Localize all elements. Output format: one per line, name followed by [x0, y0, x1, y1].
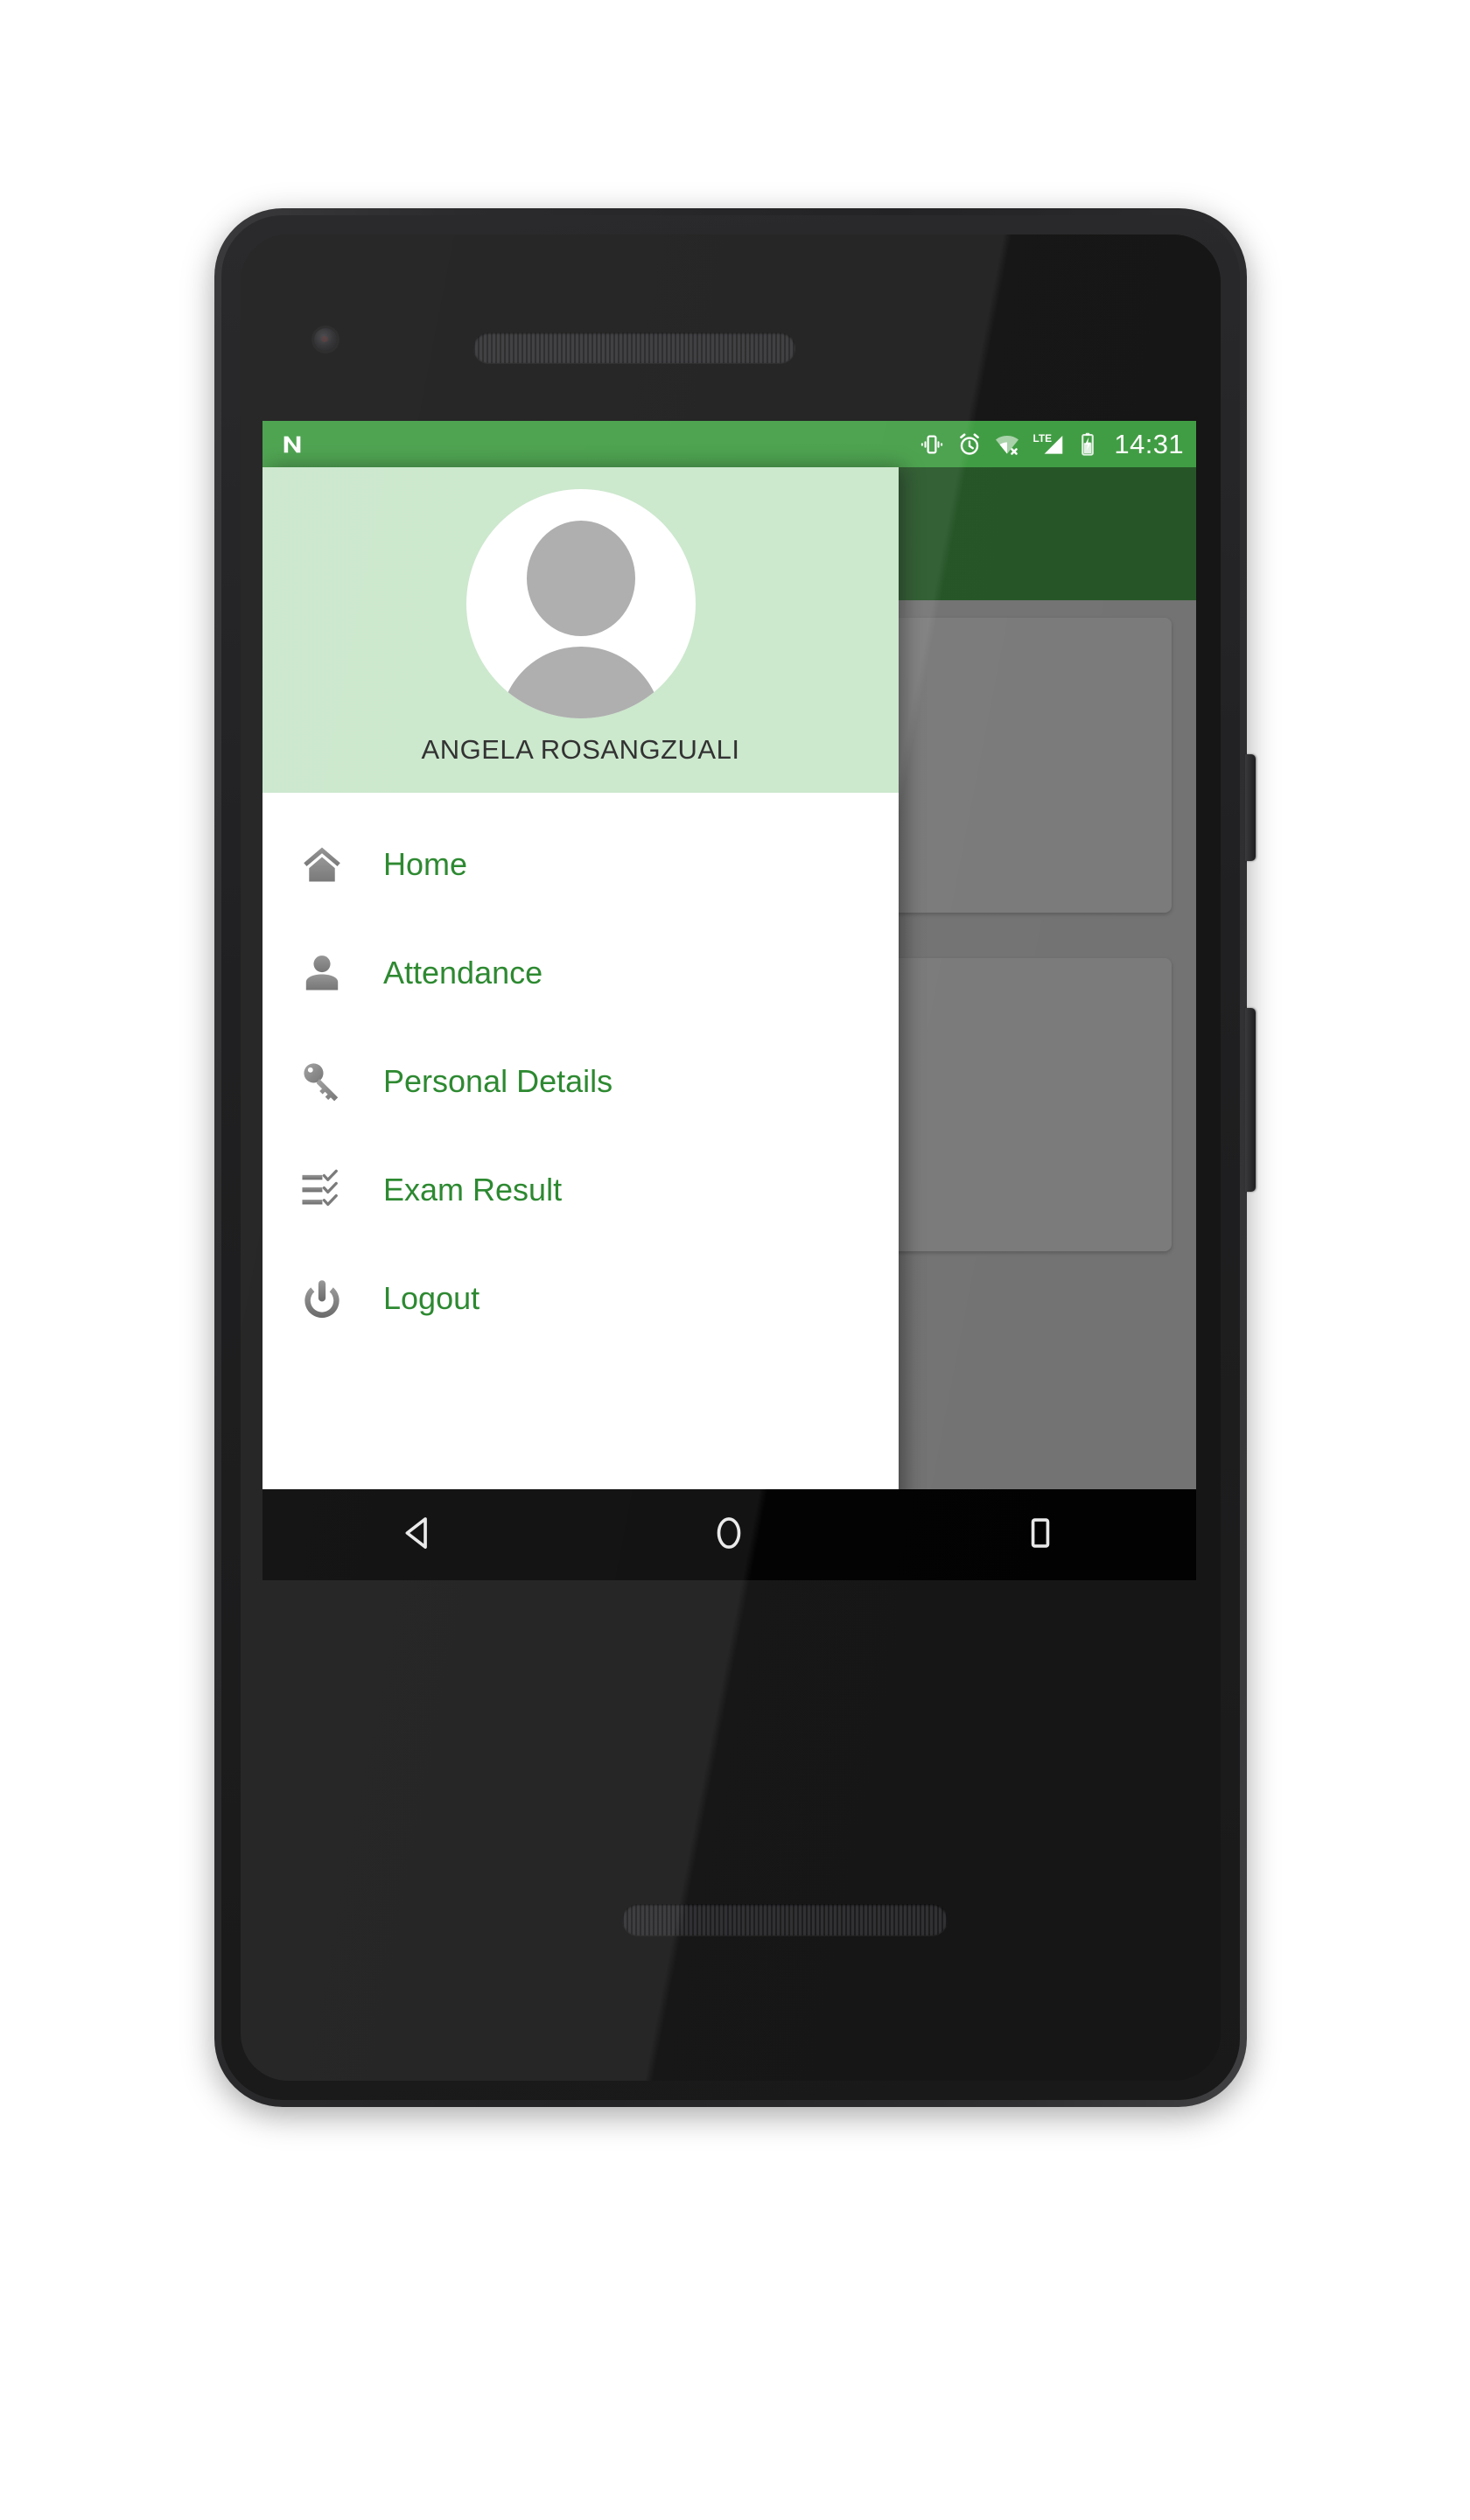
phone-screen: LTE 14:31 Understanding Mizo History: [262, 421, 1196, 1580]
checklist-icon: [298, 1166, 346, 1214]
back-triangle-icon: [398, 1513, 438, 1558]
nav-recents-button[interactable]: [988, 1489, 1093, 1580]
front-camera-icon: [314, 328, 337, 351]
drawer-item-exam-result[interactable]: Exam Result: [262, 1136, 899, 1244]
android-navigation-bar: [262, 1489, 1196, 1580]
status-bar: LTE 14:31: [262, 421, 1196, 467]
drawer-item-home[interactable]: Home: [262, 810, 899, 919]
drawer-item-label: Attendance: [383, 955, 543, 990]
drawer-item-label: Exam Result: [383, 1172, 563, 1208]
person-icon: [298, 948, 346, 998]
drawer-username: ANGELA ROSANGZUALI: [421, 734, 740, 765]
drawer-item-label: Home: [383, 846, 468, 882]
avatar-head: [526, 521, 635, 636]
status-bar-notifications: [278, 430, 306, 458]
volume-rocker-button[interactable]: [1245, 1008, 1256, 1192]
wifi-disconnected-icon: [994, 431, 1020, 458]
drawer-item-attendance[interactable]: Attendance: [262, 919, 899, 1027]
home-circle-icon: [709, 1513, 749, 1558]
drawer-item-personal-details[interactable]: Personal Details: [262, 1027, 899, 1136]
drawer-menu: Home Attendance Personal Details Exam Re…: [262, 793, 899, 1353]
svg-text:LTE: LTE: [1033, 432, 1053, 444]
avatar: [466, 489, 696, 718]
drawer-item-label: Personal Details: [383, 1063, 613, 1099]
drawer-header: ANGELA ROSANGZUALI: [262, 467, 899, 793]
nav-home-button[interactable]: [676, 1489, 781, 1580]
earpiece-speaker-icon: [473, 332, 795, 363]
drawer-item-logout[interactable]: Logout: [262, 1244, 899, 1353]
vibrate-icon: [919, 431, 945, 458]
recents-square-icon: [1020, 1513, 1060, 1558]
battery-charging-icon: [1076, 431, 1099, 458]
nav-back-button[interactable]: [366, 1489, 471, 1580]
power-icon: [298, 1274, 346, 1323]
bottom-speaker-icon: [622, 1904, 948, 1936]
power-button[interactable]: [1245, 754, 1256, 861]
status-bar-clock: 14:31: [1114, 429, 1184, 459]
avatar-body: [500, 647, 662, 718]
drawer-item-label: Logout: [383, 1280, 480, 1316]
android-n-logo-icon: [278, 430, 306, 458]
navigation-drawer: ANGELA ROSANGZUALI Home Attendance Perso…: [262, 467, 899, 1534]
lte-signal-icon: LTE: [1032, 431, 1065, 458]
alarm-clock-icon: [956, 431, 983, 458]
key-icon: [298, 1057, 346, 1106]
home-icon: [298, 840, 346, 889]
status-bar-system-icons: LTE 14:31: [919, 430, 1184, 458]
